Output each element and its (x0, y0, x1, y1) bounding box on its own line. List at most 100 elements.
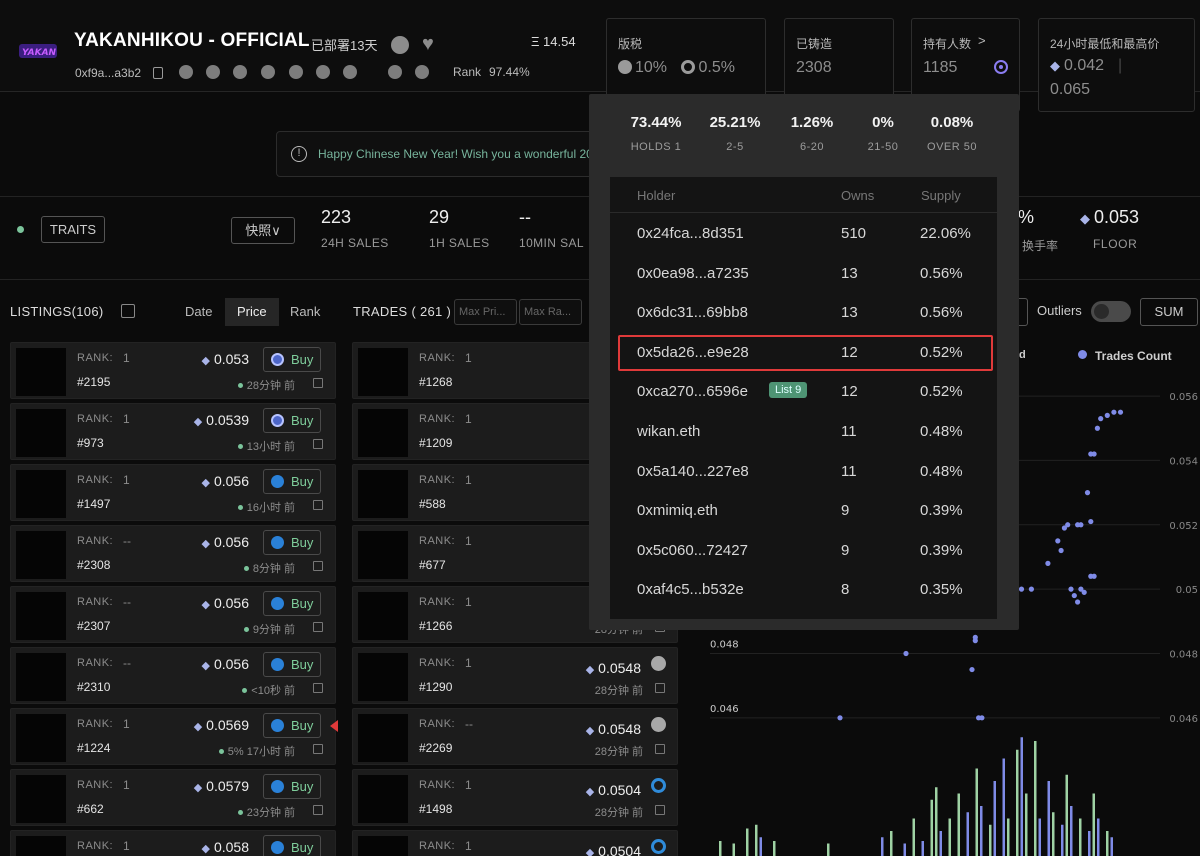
holder-row[interactable]: 0x5da26...e9e28 12 0.52% (610, 334, 997, 373)
holder-address[interactable]: 0x5c060...72427 (637, 542, 748, 559)
holder-row[interactable]: 0x24fca...8d351 510 22.06% (610, 215, 997, 254)
sort-tab-date[interactable]: Date (173, 298, 224, 326)
external-link-icon[interactable] (313, 805, 323, 815)
nft-thumbnail[interactable] (16, 592, 66, 640)
token-id[interactable]: #1224 (77, 741, 110, 755)
scatter-point[interactable] (1065, 522, 1071, 528)
buy-button[interactable]: Buy (263, 713, 321, 738)
buy-button[interactable]: Buy (263, 835, 321, 856)
token-id[interactable]: #1290 (419, 680, 452, 694)
external-link-icon[interactable] (313, 622, 323, 632)
snapshot-dropdown[interactable]: 快照∨ (231, 217, 295, 244)
etherscan-icon[interactable] (179, 65, 193, 79)
token-id[interactable]: #973 (77, 436, 104, 450)
token-id[interactable]: #1268 (419, 375, 452, 389)
holder-row[interactable]: wikan.eth 11 0.48% (610, 413, 997, 452)
scatter-point[interactable] (969, 666, 975, 673)
nft-thumbnail[interactable] (358, 348, 408, 396)
analytics-icon[interactable] (388, 65, 402, 79)
nft-thumbnail[interactable] (16, 348, 66, 396)
nft-thumbnail[interactable] (16, 836, 66, 856)
max-price-input[interactable]: Max Pri... (454, 299, 517, 325)
external-link-icon[interactable] (655, 683, 665, 693)
nft-thumbnail[interactable] (16, 775, 66, 823)
scatter-point[interactable] (1091, 573, 1097, 579)
token-id[interactable]: #1497 (77, 497, 110, 511)
holder-row[interactable]: 0x6dc31...69bb8 13 0.56% (610, 294, 997, 333)
token-id[interactable]: #1266 (419, 619, 452, 633)
scatter-point[interactable] (1045, 560, 1051, 566)
chart-link-icon[interactable] (343, 65, 357, 79)
scatter-point[interactable] (1088, 518, 1094, 525)
listings-checkbox[interactable] (121, 304, 135, 318)
token-id[interactable]: #662 (77, 802, 104, 816)
listing-card[interactable]: RANK: 1 #662 ◆ 0.0579 Buy 23分钟 前 (10, 769, 336, 826)
holder-address[interactable]: 0xmimiq.eth (637, 502, 718, 519)
scatter-point[interactable] (1018, 586, 1025, 592)
holder-row[interactable]: 0x5c060...72427 9 0.39% (610, 532, 997, 571)
scatter-point[interactable] (972, 634, 978, 640)
looksrare-icon[interactable] (316, 65, 330, 79)
buy-button[interactable]: Buy (263, 469, 321, 494)
external-link-icon[interactable] (313, 744, 323, 754)
scatter-point[interactable] (979, 715, 985, 721)
holder-row[interactable]: 0x5a140...227e8 11 0.48% (610, 453, 997, 492)
buy-button[interactable]: Buy (263, 591, 321, 616)
trade-card[interactable]: RANK: 1 ◆ 0.0504 (352, 830, 678, 856)
nft-thumbnail[interactable] (358, 592, 408, 640)
external-link-icon[interactable] (313, 378, 323, 388)
token-id[interactable]: #2308 (77, 558, 110, 572)
listing-card[interactable]: RANK: -- #2310 ◆ 0.056 Buy <10秒 前 (10, 647, 336, 704)
scatter-point[interactable] (1055, 538, 1061, 544)
nft-thumbnail[interactable] (16, 409, 66, 457)
traits-button[interactable]: TRAITS (41, 216, 105, 243)
scatter-point[interactable] (1071, 592, 1077, 599)
opensea-icon[interactable] (206, 65, 220, 79)
holder-address[interactable]: 0x6dc31...69bb8 (637, 304, 748, 321)
scatter-point[interactable] (903, 650, 909, 657)
nft-thumbnail[interactable] (358, 531, 408, 579)
external-link-icon[interactable] (313, 561, 323, 571)
nft-thumbnail[interactable] (16, 531, 66, 579)
trade-card[interactable]: RANK: -- #2269 ◆ 0.0548 28分钟 前 (352, 708, 678, 765)
twitter-icon[interactable] (289, 65, 303, 79)
legend-item-partial[interactable]: d (1019, 349, 1026, 361)
trade-card[interactable]: RANK: 1 #1498 ◆ 0.0504 28分钟 前 (352, 769, 678, 826)
scatter-point[interactable] (1075, 599, 1081, 605)
sort-tab-price[interactable]: Price (225, 298, 279, 326)
external-link-icon[interactable] (313, 683, 323, 693)
external-link-icon[interactable] (655, 744, 665, 754)
nft-thumbnail[interactable] (358, 836, 408, 856)
holder-address[interactable]: 0x24fca...8d351 (637, 225, 744, 242)
listing-card[interactable]: RANK: 1 #1224 ◆ 0.0569 Buy 5% 17小时 前 (10, 708, 336, 765)
listing-card[interactable]: RANK: -- #2307 ◆ 0.056 Buy 9分钟 前 (10, 586, 336, 643)
token-id[interactable]: #2307 (77, 619, 110, 633)
sum-button[interactable]: SUM (1140, 298, 1198, 326)
holder-row[interactable]: 0x0ea98...a7235 13 0.56% (610, 255, 997, 294)
scatter-point[interactable] (1091, 451, 1097, 457)
radio-icon[interactable] (994, 60, 1008, 74)
scatter-point[interactable] (1081, 589, 1087, 595)
listing-card[interactable]: RANK: -- #2308 ◆ 0.056 Buy 8分钟 前 (10, 525, 336, 582)
holder-row[interactable]: 0xmimiq.eth 9 0.39% (610, 492, 997, 531)
holder-address[interactable]: wikan.eth (637, 423, 700, 440)
holder-row[interactable]: 0xaf4c5...b532e 8 0.35% (610, 571, 997, 610)
buy-button[interactable]: Buy (263, 347, 321, 372)
listing-card[interactable]: RANK: 1 ◆ 0.058 Buy (10, 830, 336, 856)
nft-thumbnail[interactable] (358, 775, 408, 823)
buy-button[interactable]: Buy (263, 408, 321, 433)
scatter-point[interactable] (1104, 412, 1110, 418)
scatter-point[interactable] (1068, 586, 1074, 592)
nft-thumbnail[interactable] (358, 470, 408, 518)
buy-button[interactable]: Buy (263, 652, 321, 677)
holder-address[interactable]: 0x5da26...e9e28 (637, 344, 749, 361)
buy-button[interactable]: Buy (263, 774, 321, 799)
token-id[interactable]: #588 (419, 497, 446, 511)
nft-thumbnail[interactable] (358, 714, 408, 762)
holder-address[interactable]: 0xaf4c5...b532e (637, 581, 744, 598)
heart-icon[interactable]: ♥ (422, 34, 434, 54)
token-id[interactable]: #2195 (77, 375, 110, 389)
token-id[interactable]: #1498 (419, 802, 452, 816)
scatter-point[interactable] (1058, 547, 1064, 554)
token-id[interactable]: #1209 (419, 436, 452, 450)
